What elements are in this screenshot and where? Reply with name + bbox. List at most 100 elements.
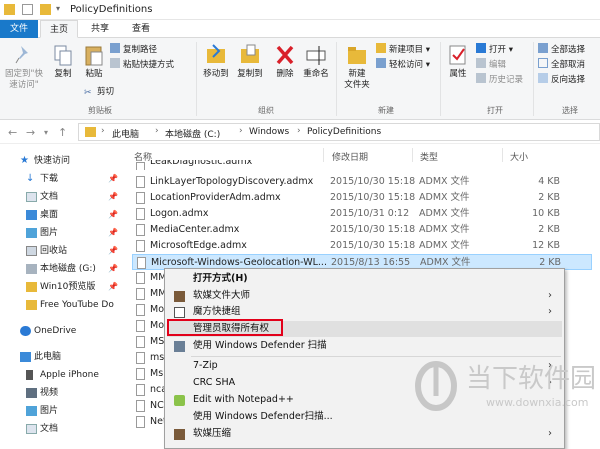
menu-item-ruanmei-file-master[interactable]: 软媒文件大师 › [167,288,562,304]
notepad-plus-icon [174,395,185,406]
nav-item-videos[interactable]: 视频 [0,384,124,402]
table-row[interactable]: Logon.admx 2015/10/31 0:12 ADMX 文件 10 KB [132,206,592,222]
breadcrumb-this-pc[interactable]: 此电脑 [112,127,139,140]
pin-quick-access-button[interactable]: 固定到"快 速访问" [2,43,46,91]
easy-access-button[interactable]: 轻松访问 ▾ [376,58,430,71]
chevron-right-icon: › [548,428,552,439]
breadcrumb-local-disk[interactable]: 本地磁盘 (C:) [165,127,220,140]
new-folder-button[interactable]: 新建 文件夹 [340,43,374,91]
file-icon [136,240,145,252]
paste-icon [83,43,105,67]
document-icon [26,424,37,434]
file-icon [136,400,145,412]
clipboard-group-label: 剪贴板 [88,106,112,115]
file-icon [136,272,145,284]
properties-button[interactable]: 属性 [444,43,472,80]
up-arrow-icon[interactable]: ↑ [58,126,67,139]
grid-icon [174,307,185,318]
folder-icon [4,4,15,15]
invert-selection-button[interactable]: 反向选择 [538,73,585,86]
file-icon [136,224,145,236]
watermark-title: 当下软件园 [466,364,597,394]
nav-item-recycle-bin[interactable]: 回收站 📌 [0,242,124,260]
nav-item-this-pc[interactable]: 此电脑 [0,348,124,366]
folder-icon [26,300,37,310]
copy-button[interactable]: 复制 [50,43,76,80]
table-row[interactable]: LeakDiagnostic.admx [132,160,592,170]
file-icon [136,192,145,204]
nav-item-local-disk-g[interactable]: 本地磁盘 (G:) 📌 [0,260,124,278]
file-icon [136,416,145,428]
delete-button[interactable]: 删除 [272,43,298,80]
open-button[interactable]: 打开 ▾ [476,43,513,56]
tab-view[interactable]: 查看 [122,20,160,38]
group-divider [533,42,534,116]
table-row[interactable]: LocationProviderAdm.admx 2015/10/30 15:18… [132,190,592,206]
copy-path-icon [110,43,120,53]
group-divider [440,42,441,116]
file-icon [136,336,145,348]
tab-home[interactable]: 主页 [40,20,78,38]
breadcrumb-policydefinitions[interactable]: PolicyDefinitions [307,127,381,137]
navigation-pane: ★ 快速访问 ↓ 下载 📌 文档 📌 桌面 📌 图片 📌 回收站 📌 本地磁盘 (G:) 📌 W… [0,144,124,449]
chevron-right-icon: › [155,126,159,136]
folder-icon [85,127,96,137]
copy-to-icon [239,43,261,67]
select-all-icon [538,43,548,53]
address-box[interactable]: › 此电脑 › 本地磁盘 (C:) › Windows › PolicyDefi… [78,123,600,141]
menu-item-open-with[interactable]: 打开方式(H) [167,271,562,287]
file-icon [136,288,145,300]
file-icon [136,176,145,188]
new-item-icon [376,43,386,53]
back-arrow-icon[interactable]: ← [8,126,17,139]
nav-item-pictures-pc[interactable]: 图片 [0,402,124,420]
rename-button[interactable]: 重命名 [300,43,332,80]
menu-item-mofang-shortcut[interactable]: 魔方快捷组 › [167,304,562,320]
nav-item-pictures[interactable]: 图片 📌 [0,224,124,242]
table-row[interactable]: MicrosoftEdge.admx 2015/10/30 15:18 ADMX 文… [132,238,592,254]
breadcrumb-windows[interactable]: Windows [249,127,289,137]
nav-item-win10-preview[interactable]: Win10预览版 📌 [0,278,124,296]
pin-icon: 📌 [108,192,118,201]
table-row[interactable]: LinkLayerTopologyDiscovery.admx 2015/10/3… [132,174,592,190]
forward-arrow-icon[interactable]: → [26,126,35,139]
open-group-label: 打开 [487,106,503,115]
menu-item-ruanmei-compress[interactable]: 软媒压缩 › [167,426,562,442]
paste-shortcut-button[interactable]: 粘贴快捷方式 [110,58,174,71]
edit-button[interactable]: 编辑 [476,58,506,71]
history-button[interactable]: 历史记录 [476,73,523,86]
nav-item-documents-pc[interactable]: 文档 [0,420,124,438]
nav-item-quick-access[interactable]: ★ 快速访问 [0,152,124,170]
copy-to-button[interactable]: 复制到 [234,43,266,80]
nav-item-documents[interactable]: 文档 📌 [0,188,124,206]
copy-path-button[interactable]: 复制路径 [110,43,157,56]
move-to-button[interactable]: 移动到 [200,43,232,80]
pin-icon: 📌 [108,174,118,183]
tab-share[interactable]: 共享 [82,20,118,38]
properties-icon[interactable] [22,4,33,15]
nav-item-free-youtube[interactable]: Free YouTube Do [0,296,124,314]
properties-icon [447,43,469,67]
pin-icon: 📌 [108,246,118,255]
new-folder-icon[interactable] [40,4,51,15]
chevron-down-icon[interactable]: ▾ [56,4,60,13]
cut-button[interactable]: ✂ 剪切 [84,86,114,98]
file-icon [136,320,145,332]
pin-icon: 📌 [108,264,118,273]
scissors-icon: ✂ [84,88,92,98]
nav-item-onedrive[interactable]: OneDrive [0,322,124,340]
table-row[interactable]: MediaCenter.admx 2015/10/30 15:18 ADMX 文件 2… [132,222,592,238]
recent-chevron-icon[interactable]: ▾ [44,128,48,137]
tab-file[interactable]: 文件 [0,20,38,38]
select-all-button[interactable]: 全部选择 [538,43,585,56]
ruanmei-icon [174,291,185,302]
nav-item-apple-iphone[interactable]: Apple iPhone [0,366,124,384]
new-item-button[interactable]: 新建项目 ▾ [376,43,430,56]
paste-button[interactable]: 粘贴 [80,43,108,80]
nav-item-downloads[interactable]: ↓ 下载 📌 [0,170,124,188]
nav-item-desktop[interactable]: 桌面 📌 [0,206,124,224]
ruanmei-compress-icon [174,429,185,440]
download-arrow-icon: ↓ [26,173,35,184]
folder-icon [26,282,37,292]
select-none-button[interactable]: 全部取消 [538,58,585,71]
